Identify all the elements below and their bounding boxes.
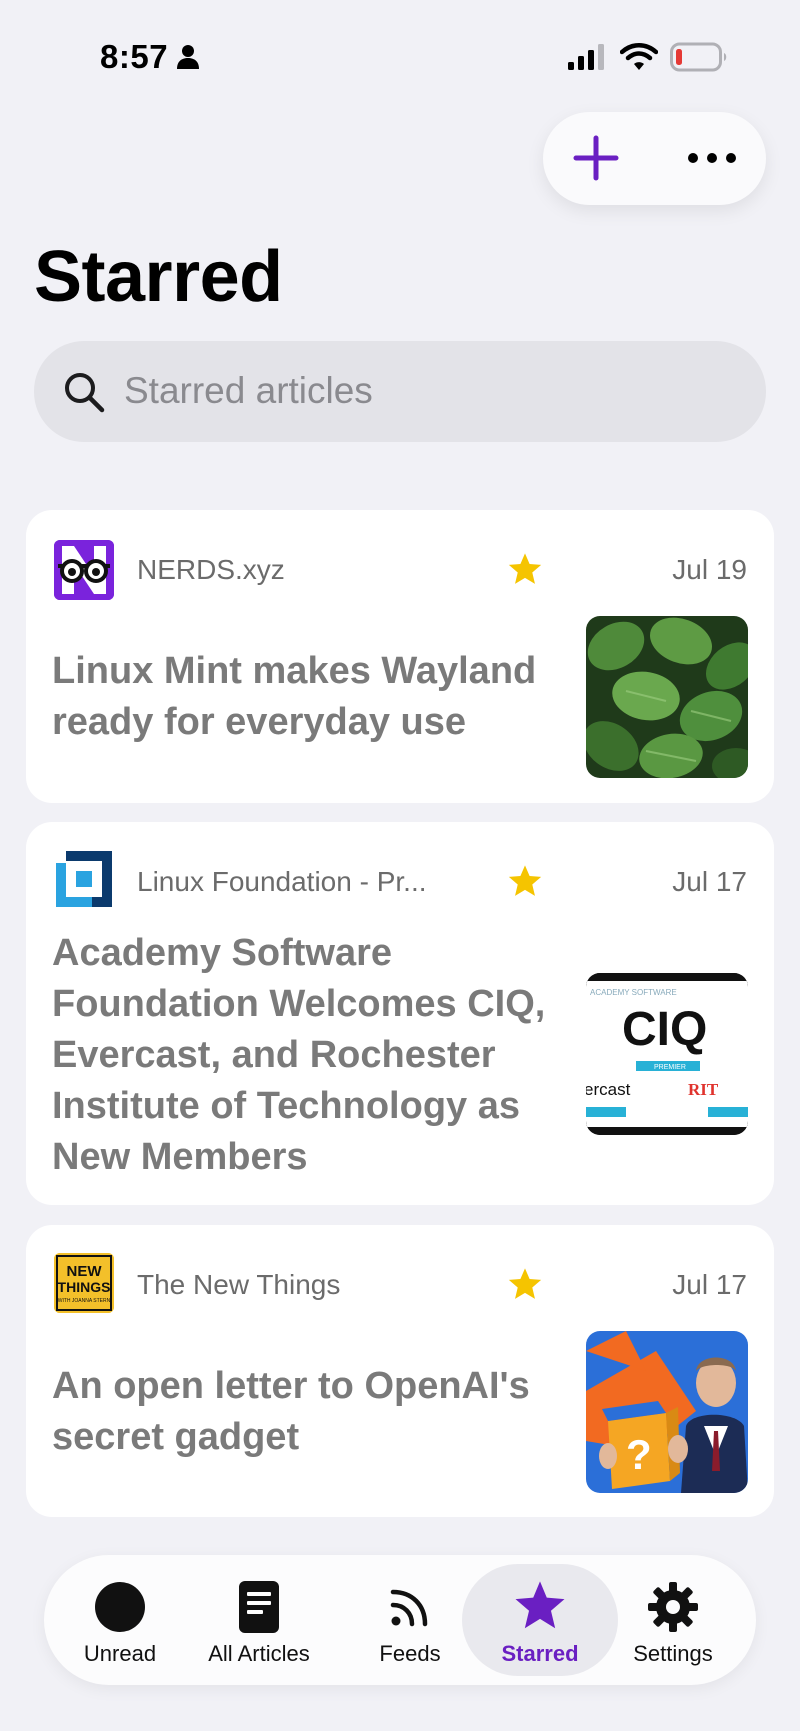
- star-icon[interactable]: [506, 551, 544, 589]
- svg-text:RIT: RIT: [688, 1080, 719, 1099]
- gear-icon: [645, 1579, 701, 1635]
- star-icon[interactable]: [506, 863, 544, 901]
- svg-text:ACADEMY SOFTWARE: ACADEMY SOFTWARE: [590, 988, 677, 997]
- more-options-button[interactable]: [676, 122, 748, 194]
- tab-label: All Articles: [208, 1641, 310, 1666]
- cellular-signal-icon: [568, 44, 604, 70]
- filled-circle-icon: [92, 1579, 148, 1635]
- article-title: Linux Mint makes Wayland ready for every…: [52, 650, 537, 743]
- tab-label: Unread: [83, 1641, 157, 1666]
- svg-text:NEW: NEW: [67, 1263, 103, 1280]
- feed-name: Linux Foundation - Pr...: [137, 866, 427, 897]
- star-icon[interactable]: [506, 1266, 544, 1304]
- search-icon: [65, 373, 105, 413]
- article-date: Jul 19: [672, 554, 747, 585]
- tab-unread[interactable]: Unread: [70, 1555, 170, 1685]
- article-thumbnail: ACADEMY SOFTWARE CIQ PREMIER ercast RIT: [586, 973, 748, 1135]
- article-thumbnail: ?: [586, 1331, 748, 1493]
- search-input[interactable]: [122, 365, 726, 417]
- tab-label: Feeds: [379, 1641, 441, 1666]
- article-thumbnail: [586, 616, 748, 778]
- svg-text:THINGS: THINGS: [58, 1279, 111, 1295]
- svg-text:?: ?: [626, 1431, 652, 1478]
- rss-icon: [382, 1579, 438, 1635]
- tab-all-articles[interactable]: All Articles: [194, 1555, 324, 1685]
- document-icon: [231, 1579, 287, 1635]
- svg-text:PREMIER: PREMIER: [654, 1064, 686, 1071]
- tab-label: Settings: [633, 1641, 713, 1666]
- battery-low-icon: [670, 42, 727, 72]
- wifi-icon: [620, 43, 658, 70]
- article-title: An open letter to OpenAI's secret gadget: [52, 1365, 530, 1458]
- feed-name: NERDS.xyz: [137, 554, 285, 585]
- svg-text:ercast: ercast: [586, 1080, 631, 1099]
- feed-logo-nerds: [54, 540, 114, 600]
- article-date: Jul 17: [672, 866, 747, 897]
- status-time: 8:57: [100, 38, 169, 75]
- ellipsis-icon: [688, 153, 736, 163]
- article-card[interactable]: NEW THINGS WITH JOANNA STERN The New Thi…: [26, 1225, 774, 1517]
- article-card[interactable]: NERDS.xyz Jul 19 Linux Mint makes Waylan…: [26, 510, 774, 803]
- page-title: Starred: [34, 237, 283, 317]
- article-card[interactable]: Linux Foundation - Pr... Jul 17 Academy …: [26, 822, 774, 1205]
- star-icon: [512, 1579, 568, 1635]
- article-date: Jul 17: [672, 1269, 747, 1300]
- feed-logo-linux-foundation: [54, 849, 114, 909]
- tab-bar: Unread All Articles Feeds Starred Settin…: [44, 1555, 756, 1685]
- tab-feeds[interactable]: Feeds: [362, 1555, 458, 1685]
- tab-settings[interactable]: Settings: [618, 1555, 728, 1685]
- feed-name: The New Things: [137, 1269, 341, 1300]
- svg-text:WITH JOANNA STERN: WITH JOANNA STERN: [58, 1298, 111, 1304]
- tab-starred[interactable]: Starred: [462, 1555, 618, 1685]
- feed-logo-new-things: NEW THINGS WITH JOANNA STERN: [54, 1253, 114, 1313]
- svg-text:CIQ: CIQ: [622, 1003, 707, 1056]
- person-icon: [177, 45, 199, 69]
- tab-label: Starred: [501, 1641, 579, 1666]
- plus-icon: [573, 135, 619, 181]
- add-button[interactable]: [560, 122, 632, 194]
- article-title: Academy Software Foundation Welcomes CIQ…: [52, 932, 546, 1178]
